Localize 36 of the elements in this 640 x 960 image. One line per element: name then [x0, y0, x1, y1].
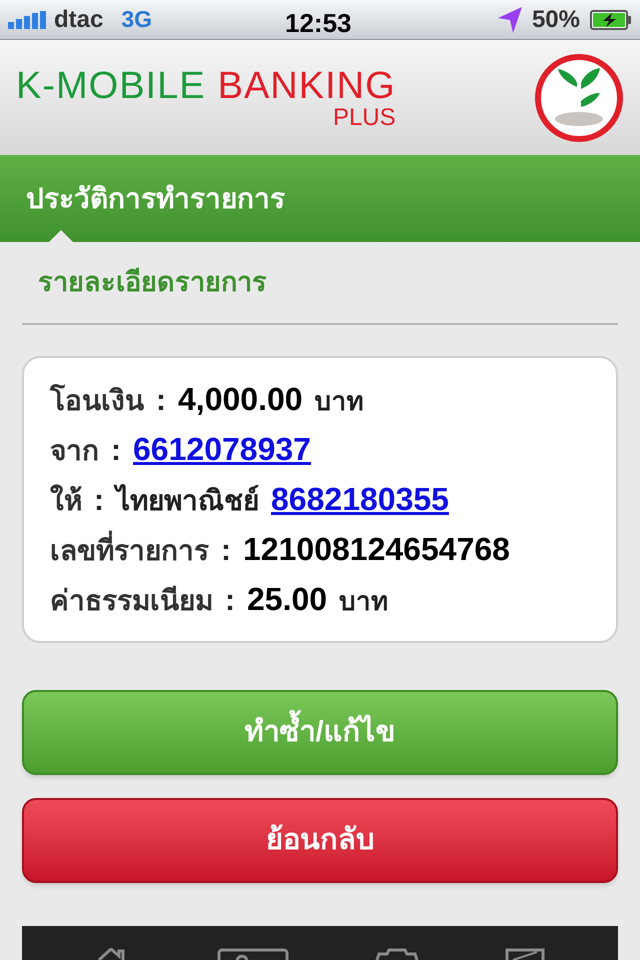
location-arrow-icon [498, 6, 522, 32]
colon: : [221, 532, 231, 568]
logo-text: BANKING [218, 66, 396, 106]
field-label: จาก [50, 434, 99, 468]
pointer-notch [49, 230, 73, 242]
battery-percent: 50% [532, 4, 580, 34]
account-link[interactable]: 8682180355 [271, 478, 449, 520]
back-button[interactable]: ย้อนกลับ [22, 798, 618, 883]
network-type: 3G [121, 5, 152, 34]
logo-text: K-MOBILE [16, 66, 206, 106]
colon: : [94, 482, 104, 518]
carrier-name: dtac [54, 4, 104, 34]
bank-logo-icon [534, 52, 624, 142]
colon: : [225, 582, 235, 618]
field-value: 25.00 [247, 580, 328, 618]
field-label: เลขที่รายการ [50, 530, 209, 572]
account-link[interactable]: 6612078937 [133, 428, 311, 470]
bank-name: ไทยพาณิชย์ [116, 480, 259, 522]
battery-icon [590, 10, 632, 30]
field-value: 4,000.00 [178, 380, 303, 418]
field-label: ค่าธรรมเนียม [50, 584, 213, 618]
field-label: ให้ [50, 483, 82, 518]
field-label: โอนเงิน [50, 383, 144, 418]
signal-icon [8, 10, 48, 28]
section-title: ประวัติการทำรายการ [26, 182, 285, 216]
colon: : [111, 432, 121, 468]
logo-text: PLUS [332, 106, 396, 130]
subtitle: รายละเอียดรายการ [38, 266, 267, 300]
card-icon[interactable] [217, 948, 289, 960]
gear-icon[interactable] [375, 948, 419, 960]
currency-unit: บาท [314, 384, 364, 418]
field-value: 121008124654768 [243, 530, 510, 568]
box-icon[interactable] [505, 948, 545, 960]
clock-time: 12:53 [285, 7, 352, 40]
currency-unit: บาท [339, 584, 388, 618]
colon: : [156, 382, 166, 418]
